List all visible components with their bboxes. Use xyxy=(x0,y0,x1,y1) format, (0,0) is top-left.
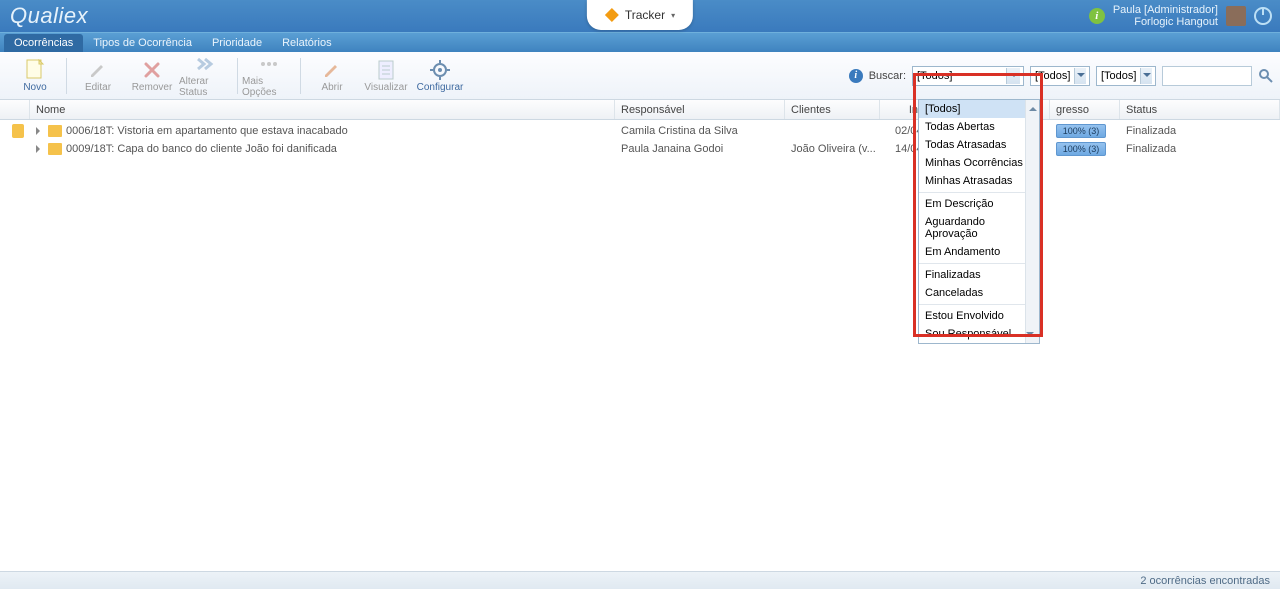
dropdown-item[interactable]: Todas Abertas xyxy=(919,118,1039,136)
table-row[interactable]: 0006/18T: Vistoria em apartamento que es… xyxy=(0,122,1280,140)
menu-bar: Ocorrências Tipos de Ocorrência Priorida… xyxy=(0,32,1280,52)
toolbar-novo[interactable]: Novo xyxy=(8,54,62,98)
dropdown-item[interactable]: Canceladas xyxy=(919,284,1039,302)
filter-combo-2[interactable]: [Todos] xyxy=(1030,66,1090,86)
separator xyxy=(919,192,1039,193)
filter-area: i Buscar: [Todos] [Todos] [Todos] xyxy=(849,66,1274,86)
filter-combo-3[interactable]: [Todos] xyxy=(1096,66,1156,86)
separator xyxy=(237,58,238,94)
toolbar: Novo Editar Remover Alterar Status Mais … xyxy=(0,52,1280,100)
chevron-down-icon: ▾ xyxy=(671,11,675,20)
progress-badge: 100% (3) xyxy=(1056,124,1106,138)
folder-open-icon xyxy=(12,124,24,138)
chevron-down-icon xyxy=(1140,68,1152,84)
folder-icon xyxy=(48,143,62,155)
col-clientes[interactable]: Clientes xyxy=(785,100,880,119)
pencil-icon xyxy=(87,59,109,81)
app-logo: Qualiex xyxy=(0,3,88,29)
x-icon xyxy=(141,59,163,81)
separator xyxy=(300,58,301,94)
status-bar: 2 ocorrências encontradas xyxy=(0,571,1280,589)
menu-ocorrencias[interactable]: Ocorrências xyxy=(4,34,83,52)
col-responsavel[interactable]: Responsável xyxy=(615,100,785,119)
separator xyxy=(919,263,1039,264)
separator xyxy=(919,304,1039,305)
menu-prioridade[interactable]: Prioridade xyxy=(202,34,272,52)
cell-status: Finalizada xyxy=(1126,143,1176,155)
expand-icon[interactable] xyxy=(36,127,44,135)
col-progresso[interactable]: gresso xyxy=(1050,100,1120,119)
cell-responsavel: Camila Cristina da Silva xyxy=(621,125,738,137)
dropdown-item[interactable]: Sou Responsável xyxy=(919,325,1039,343)
expand-icon[interactable] xyxy=(36,145,44,153)
filter-combo-1[interactable]: [Todos] xyxy=(912,66,1024,86)
search-label: Buscar: xyxy=(869,70,906,82)
table-row[interactable]: 0009/18T: Capa do banco do cliente João … xyxy=(0,140,1280,158)
tracker-icon xyxy=(605,8,619,22)
user-company: Forlogic Hangout xyxy=(1113,16,1218,28)
module-label: Tracker xyxy=(625,8,665,22)
cell-status: Finalizada xyxy=(1126,125,1176,137)
col-spacer xyxy=(0,100,30,119)
col-nome[interactable]: Nome xyxy=(30,100,615,119)
dropdown-item[interactable]: Em Andamento xyxy=(919,243,1039,261)
gear-icon xyxy=(429,59,451,81)
user-name: Paula [Administrador] xyxy=(1113,4,1218,16)
dropdown-item[interactable]: Finalizadas xyxy=(919,266,1039,284)
dropdown-item[interactable]: Minhas Atrasadas xyxy=(919,172,1039,190)
scrollbar[interactable] xyxy=(1025,100,1039,343)
dropdown-item[interactable]: [Todos] xyxy=(919,100,1039,118)
menu-relatorios[interactable]: Relatórios xyxy=(272,34,342,52)
cell-nome: 0009/18T: Capa do banco do cliente João … xyxy=(66,143,337,155)
menu-tipos[interactable]: Tipos de Ocorrência xyxy=(83,34,202,52)
toolbar-visualizar[interactable]: Visualizar xyxy=(359,54,413,98)
cell-responsavel: Paula Janaina Godoi xyxy=(621,143,723,155)
doc-icon xyxy=(375,59,397,81)
chevron-down-icon xyxy=(1074,68,1086,84)
cell-nome: 0006/18T: Vistoria em apartamento que es… xyxy=(66,125,348,137)
user-area: i Paula [Administrador] Forlogic Hangout xyxy=(1089,0,1272,32)
info-icon[interactable]: i xyxy=(1089,8,1105,24)
folder-icon xyxy=(48,125,62,137)
status-text: 2 ocorrências encontradas xyxy=(1140,575,1270,587)
search-input[interactable] xyxy=(1162,66,1252,86)
info-icon[interactable]: i xyxy=(849,69,863,83)
scroll-up-icon[interactable] xyxy=(1026,100,1039,114)
file-new-icon xyxy=(24,59,46,81)
progress-badge: 100% (3) xyxy=(1056,142,1106,156)
cell-clientes: João Oliveira (v... xyxy=(791,143,876,155)
module-selector[interactable]: Tracker ▾ xyxy=(587,0,693,30)
pencil2-icon xyxy=(321,59,343,81)
filter-dropdown[interactable]: [Todos] Todas Abertas Todas Atrasadas Mi… xyxy=(918,99,1040,344)
col-status[interactable]: Status xyxy=(1120,100,1280,119)
logout-icon[interactable] xyxy=(1254,7,1272,25)
toolbar-alterar-status[interactable]: Alterar Status xyxy=(179,54,233,98)
scroll-down-icon[interactable] xyxy=(1026,329,1034,343)
dropdown-item[interactable]: Minhas Ocorrências xyxy=(919,154,1039,172)
avatar[interactable] xyxy=(1226,6,1246,26)
dropdown-item[interactable]: Aguardando Aprovação xyxy=(919,213,1039,243)
dots-icon xyxy=(258,54,280,75)
dropdown-item[interactable]: Estou Envolvido xyxy=(919,307,1039,325)
grid-header: Nome Responsável Clientes Início Co gres… xyxy=(0,100,1280,120)
dropdown-item[interactable]: Em Descrição xyxy=(919,195,1039,213)
separator xyxy=(66,58,67,94)
chevron-down-icon xyxy=(1006,68,1020,84)
toolbar-editar[interactable]: Editar xyxy=(71,54,125,98)
toolbar-mais-opcoes[interactable]: Mais Opções xyxy=(242,54,296,98)
search-icon[interactable] xyxy=(1258,68,1274,84)
top-bar: Qualiex Tracker ▾ i Paula [Administrador… xyxy=(0,0,1280,32)
grid: Nome Responsável Clientes Início Co gres… xyxy=(0,100,1280,158)
dropdown-item[interactable]: Todas Atrasadas xyxy=(919,136,1039,154)
forward-icon xyxy=(195,54,217,75)
toolbar-configurar[interactable]: Configurar xyxy=(413,54,467,98)
toolbar-remover[interactable]: Remover xyxy=(125,54,179,98)
toolbar-abrir[interactable]: Abrir xyxy=(305,54,359,98)
